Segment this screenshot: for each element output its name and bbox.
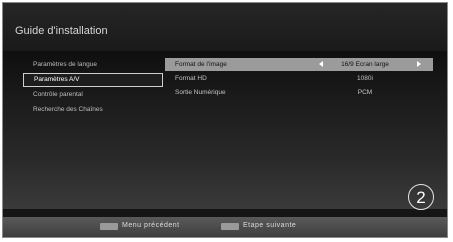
setting-row-digital-output[interactable]: Sortie Numérique PCM — [165, 86, 433, 99]
menu-item-av-settings[interactable]: Paramètres A/V — [23, 73, 163, 87]
setting-row-aspect-ratio[interactable]: Format de l'image 16/9 Ecran large — [165, 58, 433, 71]
setting-value: PCM — [357, 89, 373, 96]
page-title: Guide d'installation — [15, 25, 108, 37]
arrow-left-icon[interactable] — [319, 61, 323, 67]
setting-value: 1080i — [357, 75, 373, 82]
setting-label: Sortie Numérique — [175, 89, 226, 96]
setting-label: Format de l'image — [175, 61, 227, 68]
tv-screen: Guide d'installation Paramètres de langu… — [2, 2, 448, 238]
key-icon — [100, 223, 118, 230]
menu-item-language[interactable]: Paramètres de langue — [23, 58, 163, 72]
next-step-label: Etape suivante — [243, 222, 297, 229]
key-icon — [221, 223, 239, 230]
setting-value: 16/9 Ecran large — [341, 61, 389, 68]
footer-bar: Menu précédent Etape suivante — [3, 217, 447, 237]
menu-item-parental-control[interactable]: Contrôle parental — [23, 88, 163, 102]
main-content: Paramètres de langue Paramètres A/V Cont… — [3, 51, 447, 209]
menu-item-channel-search[interactable]: Recherche des Chaînes — [23, 103, 163, 117]
title-bar: Guide d'installation — [3, 3, 447, 51]
arrow-right-icon[interactable] — [417, 61, 421, 67]
setting-row-hd-format[interactable]: Format HD 1080i — [165, 72, 433, 85]
setting-label: Format HD — [175, 75, 207, 82]
step-number-badge: 2 — [408, 184, 434, 210]
previous-menu-label: Menu précédent — [122, 222, 180, 229]
